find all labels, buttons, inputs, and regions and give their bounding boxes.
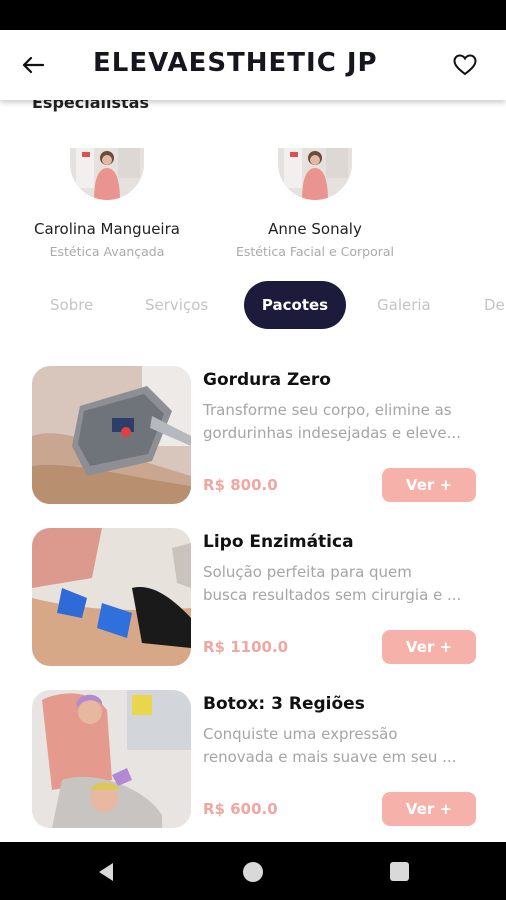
section-tabs: Sobre Serviços Pacotes Galeria De <box>0 281 506 329</box>
package-card[interactable]: Lipo Enzimática Solução perfeita para qu… <box>32 528 478 666</box>
view-more-button[interactable]: Ver + <box>382 792 476 826</box>
specialist-name: Carolina Mangueira <box>34 220 180 238</box>
nav-back-icon[interactable] <box>97 862 115 882</box>
view-more-button[interactable]: Ver + <box>382 468 476 502</box>
avatar <box>278 148 352 200</box>
tab-more[interactable]: De <box>484 281 505 329</box>
specialist-name: Anne Sonaly <box>268 220 362 238</box>
specialist-role: Estética Avançada <box>49 244 165 259</box>
package-price: R$ 600.0 <box>203 800 278 818</box>
package-title: Lipo Enzimática <box>203 532 354 552</box>
package-price: R$ 800.0 <box>203 476 278 494</box>
back-button[interactable] <box>22 50 62 80</box>
tab-servicos[interactable]: Serviços <box>145 281 208 329</box>
specialist-role: Estética Facial e Corporal <box>235 244 395 259</box>
arrow-left-icon <box>22 56 44 74</box>
package-card[interactable]: Botox: 3 Regiões Conquiste uma expressão… <box>32 690 478 828</box>
package-price: R$ 1100.0 <box>203 638 289 656</box>
app-header: ELEVAESTHETIC JP <box>0 30 506 100</box>
package-description: Conquiste uma expressão renovada e mais … <box>203 725 457 766</box>
heart-outline-icon <box>453 54 477 76</box>
tab-galeria[interactable]: Galeria <box>377 281 431 329</box>
favorite-button[interactable] <box>450 50 480 80</box>
package-image <box>32 366 191 504</box>
system-nav-bar <box>0 842 506 900</box>
package-image <box>32 528 191 666</box>
avatar <box>70 148 144 200</box>
package-description: Transforme seu corpo, elimine as gorduri… <box>203 401 461 442</box>
page-title: ELEVAESTHETIC JP <box>93 48 378 78</box>
tab-pacotes[interactable]: Pacotes <box>244 281 346 329</box>
nav-home-icon[interactable] <box>243 862 263 882</box>
specialist-card[interactable]: Anne Sonaly Estética Facial e Corporal <box>220 148 410 259</box>
nav-recent-icon[interactable] <box>390 862 409 881</box>
view-more-button[interactable]: Ver + <box>382 630 476 664</box>
specialist-card[interactable]: Carolina Mangueira Estética Avançada <box>12 148 202 259</box>
package-card[interactable]: Gordura Zero Transforme seu corpo, elimi… <box>32 366 478 504</box>
package-description: Solução perfeita para quem busca resulta… <box>203 563 462 604</box>
package-image <box>32 690 191 828</box>
tab-sobre[interactable]: Sobre <box>50 281 93 329</box>
status-bar <box>0 0 506 30</box>
package-title: Botox: 3 Regiões <box>203 694 365 714</box>
package-title: Gordura Zero <box>203 370 331 390</box>
